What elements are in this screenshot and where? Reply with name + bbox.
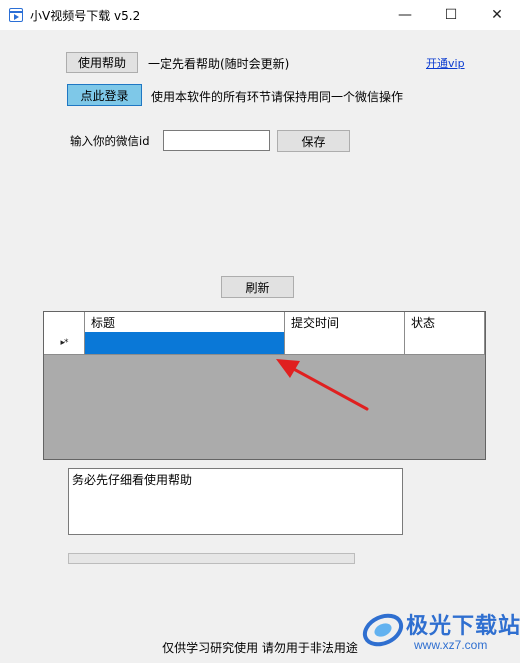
watermark-name: 极光下载站 [406,614,520,639]
login-note: 使用本软件的所有环节请保持用同一个微信操作 [151,90,404,104]
table-cell-title[interactable] [85,332,285,355]
table-cell-status[interactable] [405,332,485,355]
wechat-id-input[interactable] [163,130,270,151]
login-button[interactable]: 点此登录 [67,84,142,106]
aurora-logo-icon [362,613,404,647]
wechat-id-label: 输入你的微信id [70,134,150,148]
log-textbox[interactable]: 务必先仔细看使用帮助 [68,468,403,535]
window-title: 小V视频号下载 v5.2 [30,9,141,23]
table-row[interactable]: ▸* [44,332,485,355]
video-app-icon [9,8,23,22]
row-header-corner [44,312,85,332]
vip-link[interactable]: 开通vip [426,55,465,71]
column-header-title[interactable]: 标题 [85,312,285,332]
row-header[interactable]: ▸* [44,332,85,355]
help-note: 一定先看帮助(随时会更新) [148,57,290,71]
column-header-time[interactable]: 提交时间 [285,312,405,332]
watermark-url: www.xz7.com [414,638,488,652]
close-button[interactable]: ✕ [474,0,520,30]
help-button[interactable]: 使用帮助 [66,52,138,73]
watermark: 极光下载站 www.xz7.com [362,606,520,661]
new-row-indicator-icon: ▸* [60,338,68,348]
table-header: 标题 提交时间 状态 [44,312,485,333]
refresh-button[interactable]: 刷新 [221,276,294,298]
save-button[interactable]: 保存 [277,130,350,152]
minimize-button[interactable]: — [382,0,428,30]
table-cell-time[interactable] [285,332,405,355]
video-table[interactable]: 标题 提交时间 状态 ▸* [43,311,486,460]
column-header-status[interactable]: 状态 [405,312,485,332]
maximize-button[interactable]: ☐ [428,0,474,30]
title-bar: 小V视频号下载 v5.2 — ☐ ✕ [0,0,520,30]
progress-bar [68,553,355,564]
